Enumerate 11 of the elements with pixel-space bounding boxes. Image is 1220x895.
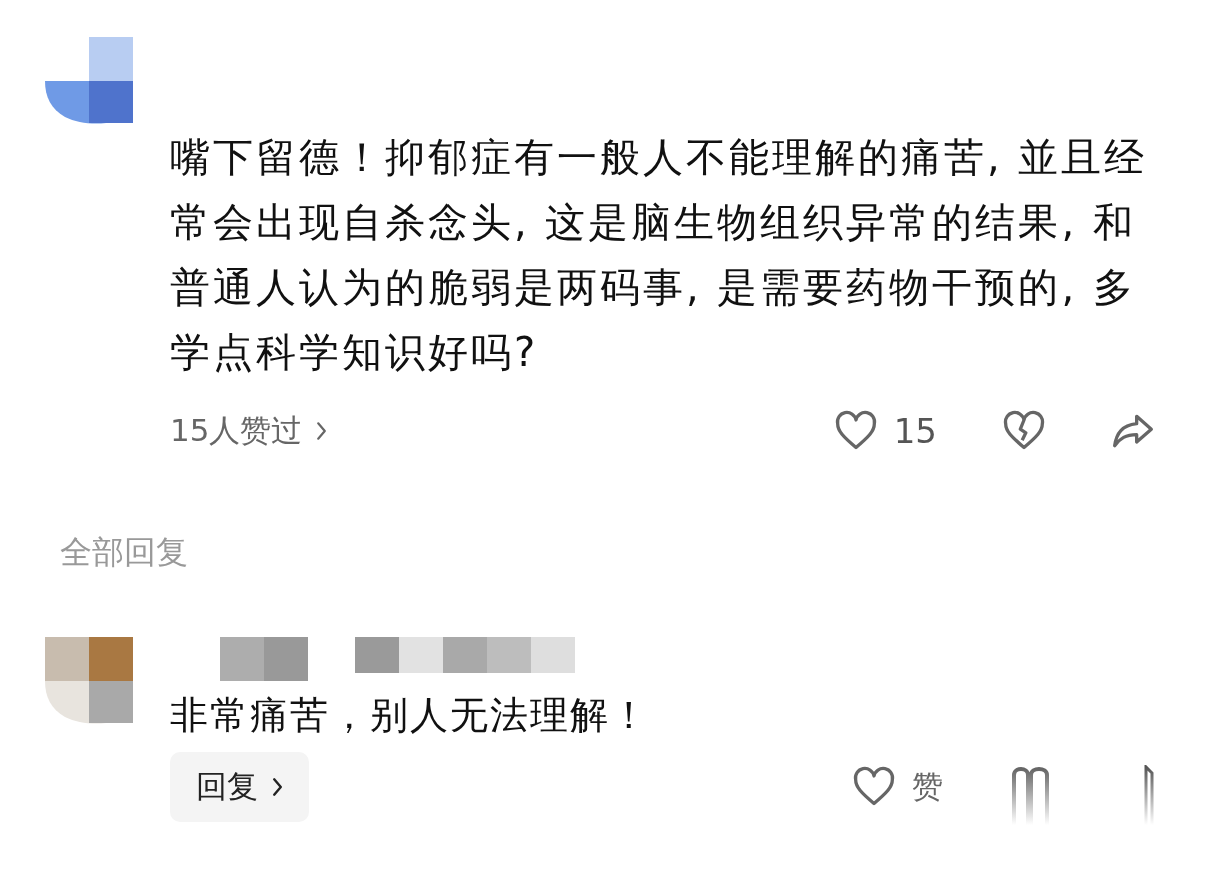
likers-link[interactable]: 15人赞过 bbox=[170, 410, 303, 452]
like-button[interactable]: 15 bbox=[833, 409, 937, 453]
section-heading: 全部回复 bbox=[60, 532, 189, 573]
comment-text: 嘴下留德！抑郁症有一般人不能理解的痛苦, 並且经常会出现自杀念头, 这是脑生物组织异常的结果, 和普通人认为的脆弱是两码事, 是需要药物干预的, 多学点科学知识好吗? bbox=[170, 133, 1149, 377]
blurred-icon bbox=[1011, 765, 1051, 825]
reply-button[interactable]: 回复 bbox=[170, 752, 309, 822]
like-button[interactable]: 赞 bbox=[852, 765, 943, 809]
chevron-icon bbox=[316, 421, 328, 441]
blurred-icon bbox=[1143, 765, 1155, 825]
chevron-icon bbox=[272, 777, 283, 797]
reply-text: 非常痛苦，别人无法理解！ bbox=[170, 692, 651, 739]
